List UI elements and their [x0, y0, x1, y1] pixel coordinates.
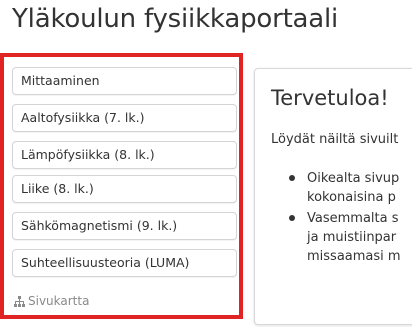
bullet-icon: [289, 175, 295, 181]
list-item-line: Vasemmalta s: [307, 211, 399, 226]
nav-item-liike[interactable]: Liike (8. lk.): [12, 175, 237, 203]
list-item-line: ja muistiinpar: [307, 230, 397, 245]
sitemap-link[interactable]: Sivukartta: [14, 294, 89, 308]
welcome-heading: Tervetuloa!: [271, 86, 389, 110]
list-item-line: Oikealta sivup: [307, 171, 400, 186]
list-item-line: missaamasi m: [307, 249, 401, 264]
nav-item-lampofysiikka[interactable]: Lämpöfysiikka (8. lk.): [12, 141, 237, 169]
nav-item-sahkomagnetismi[interactable]: Sähkömagnetismi (9. lk.): [12, 212, 237, 240]
bullet-icon: [289, 215, 295, 221]
sitemap-icon: [14, 294, 28, 308]
site-title: Yläkoulun fysiikkaportaali: [12, 4, 339, 34]
nav-item-aaltofysiikka[interactable]: Aaltofysiikka (7. lk.): [12, 104, 237, 132]
intro-text: Löydät näiltä sivuilt: [271, 132, 399, 147]
nav-item-mittaaminen[interactable]: Mittaaminen: [12, 67, 237, 95]
list-item: Oikealta sivup kokonaisina p: [285, 169, 401, 207]
welcome-panel: Tervetuloa! Löydät näiltä sivuilt Oikeal…: [254, 68, 412, 325]
list-item: Vasemmalta s ja muistiinpar missaamasi m: [285, 209, 401, 266]
instruction-list: Oikealta sivup kokonaisina p Vasemmalta …: [285, 169, 401, 266]
sitemap-label: Sivukartta: [28, 294, 90, 308]
nav-item-suhteellisuusteoria[interactable]: Suhteellisuusteoria (LUMA): [12, 249, 237, 277]
list-item-line: kokonaisina p: [307, 190, 396, 205]
